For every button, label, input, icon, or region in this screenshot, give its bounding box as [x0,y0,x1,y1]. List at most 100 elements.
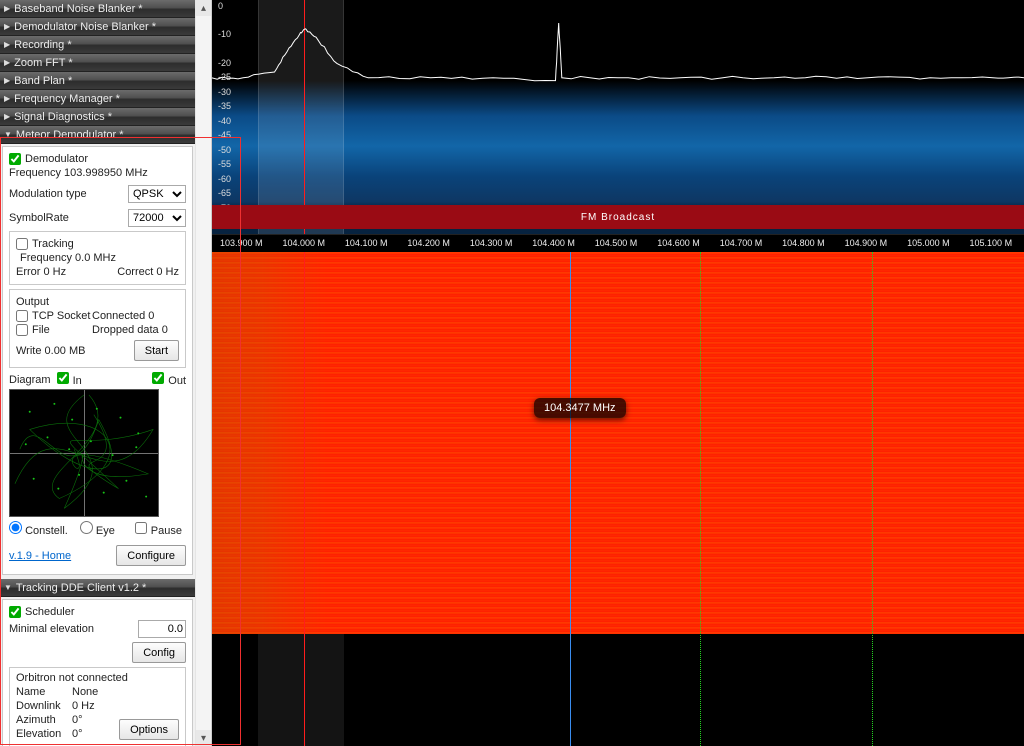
tracking-freq: Frequency 0.0 MHz [20,252,116,264]
error-readout: Error 0 Hz [16,266,66,278]
pause-cb-wrap[interactable]: Pause [135,522,182,537]
frequency-readout: Frequency 103.998950 MHz [9,167,148,179]
orbitron-status: Orbitron not connected [16,672,179,684]
freq-tick: 104.000 M [282,238,325,248]
scroll-down-icon[interactable]: ▾ [196,730,211,746]
db-tick: 0 [218,1,223,11]
symbolrate-label: SymbolRate [9,212,69,224]
db-tick: -40 [218,116,231,126]
min-elev-label: Minimal elevation [9,623,94,635]
acc-zoom-fft[interactable]: ▶Zoom FFT * [0,54,195,72]
output-label: Output [16,296,49,308]
chevron-right-icon: ▶ [4,94,10,103]
acc-label: Band Plan * [14,75,72,87]
pause-checkbox[interactable] [135,522,147,534]
scheduler-checkbox[interactable] [9,606,21,618]
tracking-label: Tracking [32,238,74,250]
configure-button[interactable]: Configure [116,545,186,566]
freq-tick: 103.900 M [220,238,263,248]
acc-label: Meteor Demodulator * [16,129,124,141]
scroll-up-icon[interactable]: ▴ [196,0,211,16]
file-checkbox[interactable] [16,324,28,336]
modulation-select[interactable]: QPSK [128,185,186,203]
frequency-ruler[interactable]: 103.900 M104.000 M104.100 M104.200 M104.… [212,234,1024,252]
sidebar-scrollbar[interactable]: ▴ ▾ [195,0,211,746]
waterfall-sel-shadow [258,634,344,746]
connected-readout: Connected 0 [92,310,154,322]
demodulator-checkbox[interactable] [9,153,21,165]
freq-tick: 104.700 M [720,238,763,248]
freq-tick: 104.300 M [470,238,513,248]
symbolrate-select[interactable]: 72000 [128,209,186,227]
diagram-label: Diagram [9,374,51,386]
acc-frequency-manager[interactable]: ▶Frequency Manager * [0,90,195,108]
constell-radio[interactable] [9,521,22,534]
options-button[interactable]: Options [119,719,179,740]
acc-label: Zoom FFT * [14,57,72,69]
file-label: File [32,324,92,336]
in-label: In [73,375,82,387]
chevron-right-icon: ▶ [4,4,10,13]
acc-label: Recording * [14,39,71,51]
dropped-readout: Dropped data 0 [92,324,168,336]
elevation-label: Elevation [16,728,72,740]
acc-signal-diagnostics[interactable]: ▶Signal Diagnostics * [0,108,195,126]
acc-label: Tracking DDE Client v1.2 * [16,582,146,594]
main-display: 0-10-20-25-30-35-40-45-50-55-60-65-70-75… [212,0,1024,746]
freq-tick: 105.100 M [970,238,1013,248]
meteor-panel: Demodulator Frequency 103.998950 MHz Mod… [2,146,193,575]
name-value: None [72,686,98,698]
dde-panel: Scheduler Minimal elevation Config Orbit… [2,599,193,746]
in-checkbox[interactable] [57,372,69,384]
azimuth-label: Azimuth [16,714,72,726]
output-group: Output TCP SocketConnected 0 FileDropped… [9,289,186,368]
band-plan-label: FM Broadcast [581,212,655,223]
freq-tick: 104.400 M [532,238,575,248]
acc-label: Signal Diagnostics * [14,111,112,123]
out-checkbox[interactable] [152,372,164,384]
tcp-label: TCP Socket [32,310,92,322]
band-plan-strip: FM Broadcast [212,205,1024,229]
db-tick: -35 [218,101,231,111]
eye-radio[interactable] [80,521,93,534]
waterfall-center-line [304,252,305,746]
tracking-checkbox[interactable] [16,238,28,250]
chevron-down-icon: ▼ [4,130,12,139]
out-label: Out [168,375,186,387]
acc-meteor-demodulator[interactable]: ▼ Meteor Demodulator * [0,126,195,144]
pause-label: Pause [151,525,182,537]
start-button[interactable]: Start [134,340,179,361]
acc-label: Demodulator Noise Blanker * [14,21,156,33]
demodulator-label: Demodulator [25,153,88,165]
acc-baseband-noise-blanker[interactable]: ▶ Baseband Noise Blanker * [0,0,195,18]
min-elev-input[interactable] [138,620,186,638]
freq-tick: 104.200 M [407,238,450,248]
constellation-diagram [9,389,159,517]
db-tick: -60 [218,174,231,184]
config-button[interactable]: Config [132,642,186,663]
scheduler-label: Scheduler [25,606,75,618]
correct-readout: Correct 0 Hz [117,266,179,278]
eye-label: Eye [96,525,115,537]
acc-recording[interactable]: ▶Recording * [0,36,195,54]
constell-radio-wrap[interactable]: Constell. [9,521,68,537]
freq-tick: 105.000 M [907,238,950,248]
db-tick: -10 [218,29,231,39]
eye-radio-wrap[interactable]: Eye [80,521,115,537]
downlink-label: Downlink [16,700,72,712]
db-tick: -55 [218,159,231,169]
filter-bandwidth-region[interactable] [258,0,344,234]
elevation-value: 0° [72,728,83,740]
tcp-socket-checkbox[interactable] [16,310,28,322]
tuned-frequency-line[interactable] [304,0,305,234]
chevron-right-icon: ▶ [4,76,10,85]
spectrum-panel[interactable]: 0-10-20-25-30-35-40-45-50-55-60-65-70-75… [212,0,1024,252]
acc-band-plan[interactable]: ▶ Band Plan * [0,72,195,90]
acc-demod-noise-blanker[interactable]: ▶Demodulator Noise Blanker * [0,18,195,36]
version-link[interactable]: v.1.9 - Home [9,550,71,562]
acc-tracking-dde[interactable]: ▼Tracking DDE Client v1.2 * [0,579,195,597]
modulation-label: Modulation type [9,188,87,200]
acc-label: Baseband Noise Blanker * [14,3,142,15]
freq-tick: 104.800 M [782,238,825,248]
waterfall-panel[interactable]: 104.3477 MHz [212,252,1024,746]
